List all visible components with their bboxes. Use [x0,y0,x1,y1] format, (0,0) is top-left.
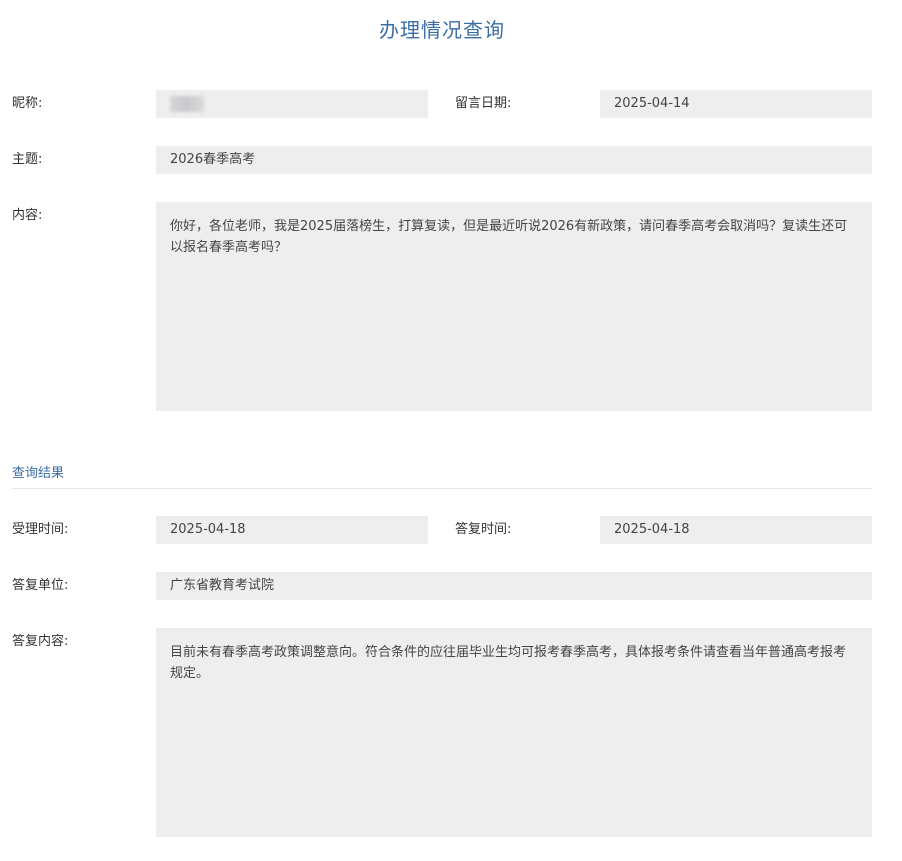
reply-content-textarea: 目前未有春季高考政策调整意向。符合条件的应往届毕业生均可报考春季高考，具体报考条… [156,628,872,837]
content-textarea: 你好，各位老师，我是2025届落榜生，打算复读，但是最近听说2026有新政策，请… [156,202,872,411]
nickname-redacted-value [170,96,204,112]
reply-unit-label: 答复单位: [12,578,69,593]
reply-content-label: 答复内容: [12,634,69,649]
accept-time-field: 2025-04-18 [156,516,428,544]
nickname-field [156,90,428,118]
section-divider [12,488,872,489]
nickname-label: 昵称: [12,96,43,111]
reply-time-label: 答复时间: [455,522,512,537]
page-title: 办理情况查询 [379,18,505,42]
subject-field: 2026春季高考 [156,146,872,174]
accept-time-label: 受理时间: [12,522,69,537]
reply-time-field: 2025-04-18 [600,516,872,544]
content-label: 内容: [12,208,43,223]
result-section-title: 查询结果 [12,466,65,481]
reply-unit-field: 广东省教育考试院 [156,572,872,600]
message-date-field: 2025-04-14 [600,90,872,118]
subject-label: 主题: [12,152,43,167]
message-date-label: 留言日期: [455,96,512,111]
